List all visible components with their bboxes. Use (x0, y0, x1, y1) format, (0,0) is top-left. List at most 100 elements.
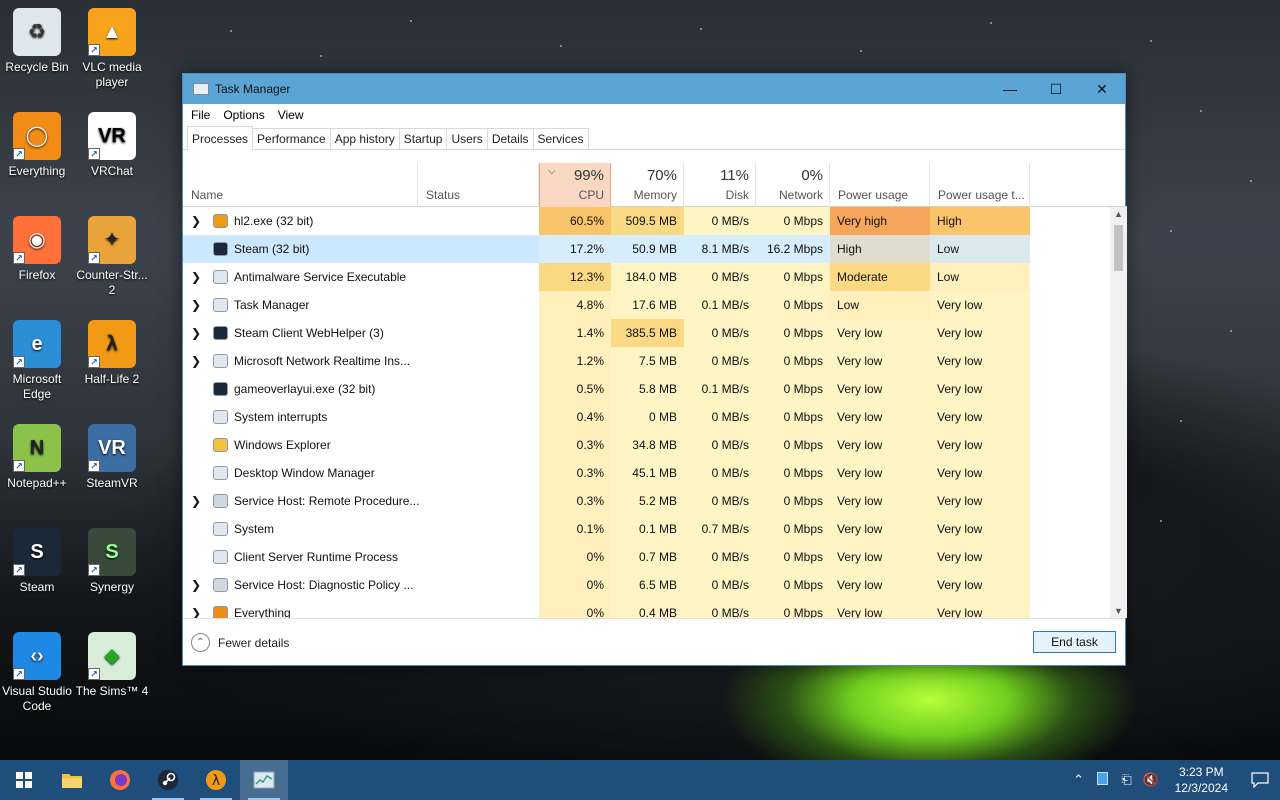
expand-chevron-icon[interactable]: ❯ (191, 347, 203, 375)
scroll-down-icon[interactable]: ▼ (1110, 604, 1127, 618)
column-network[interactable]: 0% Network (756, 163, 830, 207)
column-disk[interactable]: 11% Disk (684, 163, 756, 207)
desktop-icon-half-life[interactable]: λ ↗ Half-Life 2 (75, 316, 149, 387)
process-name: System (234, 522, 275, 536)
table-row[interactable]: ❯ Task Manager 4.8% 17.6 MB 0.1 MB/s 0 Mbps Lo… (183, 291, 1127, 319)
column-status[interactable]: Status (418, 163, 539, 207)
table-row[interactable]: gameoverlayui.exe (32 bit) 0.5% 5.8 MB 0.1 … (183, 375, 1127, 403)
table-row[interactable]: ❯ Service Host: Remote Procedure... 0.3% 5.… (183, 487, 1127, 515)
column-cpu[interactable]: ⌵ 99% CPU (539, 163, 611, 207)
tab-services[interactable]: Services (532, 128, 589, 149)
desktop-icon-steamvr[interactable]: VR ↗ SteamVR (75, 420, 149, 491)
taskbar-file-explorer[interactable] (48, 760, 96, 800)
expand-chevron-icon[interactable]: ❯ (191, 291, 203, 319)
desktop-icon-vlc[interactable]: ▲ ↗ VLC media player (75, 4, 149, 90)
table-row[interactable]: ❯ Everything 0% 0.4 MB 0 MB/s 0 Mbps Very low V… (183, 599, 1127, 618)
desktop-icon-everything[interactable]: ◯ ↗ Everything (0, 108, 74, 179)
menu-view[interactable]: View (278, 108, 304, 122)
file-explorer-icon (62, 774, 82, 788)
scrollbar-thumb[interactable] (1114, 225, 1123, 271)
desktop-icon-sims[interactable]: ◆ ↗ The Sims™ 4 (75, 628, 149, 699)
clock[interactable]: 3:23 PM 12/3/2024 (1175, 764, 1228, 796)
taskbar-steam[interactable] (144, 760, 192, 800)
table-row[interactable]: ❯ hl2.exe (32 bit) 60.5% 509.5 MB 0 MB/s 0 Mb… (183, 207, 1127, 235)
notifications-button[interactable] (1240, 772, 1280, 788)
column-name[interactable]: Name (183, 163, 418, 207)
task-manager-window: Task Manager — ☐ ✕ File Options View Pro… (182, 73, 1127, 666)
scroll-up-icon[interactable]: ▲ (1110, 207, 1127, 221)
table-row[interactable]: ❯ Service Host: Diagnostic Policy ... 0% 6.… (183, 571, 1127, 599)
table-row[interactable]: Windows Explorer 0.3% 34.8 MB 0 MB/s 0 Mbps V… (183, 431, 1127, 459)
memory-value: 7.5 MB (611, 347, 684, 375)
menu-file[interactable]: File (191, 108, 210, 122)
desktop-icon-notepadpp[interactable]: N ↗ Notepad++ (0, 420, 74, 491)
expand-chevron-icon[interactable]: ❯ (191, 319, 203, 347)
desktop-icon-steam[interactable]: S ↗ Steam (0, 524, 74, 595)
menu-bar: File Options View (183, 104, 1125, 126)
tab-users[interactable]: Users (446, 128, 488, 149)
expand-chevron-icon[interactable]: ❯ (191, 263, 203, 291)
tab-performance[interactable]: Performance (252, 128, 331, 149)
maximize-button[interactable]: ☐ (1033, 74, 1079, 104)
fewer-details-button[interactable]: ⌃ Fewer details (191, 633, 289, 652)
tab-processes[interactable]: Processes (187, 126, 254, 150)
desktop-icon-counter-strike[interactable]: ✦ ↗ Counter-Str... 2 (75, 212, 149, 298)
end-task-button[interactable]: End task (1033, 631, 1116, 653)
power-usage-value: Very low (830, 375, 930, 403)
desktop-icon-firefox[interactable]: ◉ ↗ Firefox (0, 212, 74, 283)
desktop-icon-synergy[interactable]: S ↗ Synergy (75, 524, 149, 595)
clock-time: 3:23 PM (1178, 765, 1224, 779)
gear-icon (213, 578, 228, 592)
close-button[interactable]: ✕ (1079, 74, 1125, 104)
expand-chevron-icon[interactable]: ❯ (191, 487, 203, 515)
vertical-scrollbar[interactable]: ▲ ▼ (1110, 207, 1127, 618)
expand-chevron-icon[interactable]: ❯ (191, 599, 203, 618)
firefox-icon: ◉ ↗ (13, 216, 61, 264)
power-usage-trend-value: Very low (930, 571, 1030, 599)
column-power-usage[interactable]: Power usage (830, 163, 930, 207)
volume-muted-icon[interactable]: 🔇 (1139, 772, 1163, 788)
tab-app-history[interactable]: App history (329, 128, 400, 149)
tab-details[interactable]: Details (486, 128, 534, 149)
table-row[interactable]: System 0.1% 0.1 MB 0.7 MB/s 0 Mbps Very low Ve… (183, 515, 1127, 543)
table-row[interactable]: Steam (32 bit) 17.2% 50.9 MB 8.1 MB/s 16.2 M… (183, 235, 1127, 263)
tray-app-icon[interactable] (1091, 772, 1115, 788)
memory-value: 0.4 MB (611, 599, 684, 618)
row-spacer (191, 375, 203, 403)
desktop-icon-vrchat[interactable]: VR ↗ VRChat (75, 108, 149, 179)
shortcut-arrow-icon: ↗ (13, 460, 25, 472)
steam-icon (158, 770, 178, 790)
desktop-icon-vscode[interactable]: ‹› ↗ Visual Studio Code (0, 628, 74, 714)
taskbar-task-manager[interactable] (240, 760, 288, 800)
network-value: 0 Mbps (756, 207, 830, 235)
title-bar[interactable]: Task Manager — ☐ ✕ (183, 74, 1125, 104)
menu-options[interactable]: Options (223, 108, 264, 122)
expand-chevron-icon[interactable]: ❯ (191, 571, 203, 599)
start-button[interactable] (0, 760, 48, 800)
table-row[interactable]: ❯ Steam Client WebHelper (3) 1.4% 385.5 MB 0… (183, 319, 1127, 347)
column-memory[interactable]: 70% Memory (611, 163, 684, 207)
expand-chevron-icon[interactable]: ❯ (191, 207, 203, 235)
taskbar: λ ⌃ ⎗ 🔇 3:23 PM 12/3/2024 (0, 760, 1280, 800)
process-name: Client Server Runtime Process (234, 550, 399, 564)
minimize-button[interactable]: — (987, 74, 1033, 104)
table-row[interactable]: System interrupts 0.4% 0 MB 0 MB/s 0 Mbps Ver… (183, 403, 1127, 431)
network-icon[interactable]: ⎗ (1115, 772, 1139, 788)
desktop-icon-edge[interactable]: e ↗ Microsoft Edge (0, 316, 74, 402)
desktop-icon-label: Everything (8, 164, 66, 178)
taskbar-firefox[interactable] (96, 760, 144, 800)
start-icon (16, 772, 32, 788)
taskbar-half-life[interactable]: λ (192, 760, 240, 800)
table-row[interactable]: ❯ Microsoft Network Realtime Ins... 1.2% 7.… (183, 347, 1127, 375)
steam-icon: S ↗ (13, 528, 61, 576)
chevron-up-icon[interactable]: ⌃ (1067, 772, 1091, 788)
table-row[interactable]: Client Server Runtime Process 0% 0.7 MB 0 M… (183, 543, 1127, 571)
column-power-usage-trend[interactable]: Power usage t... (930, 163, 1030, 207)
desktop-icon-recycle-bin[interactable]: ♻ Recycle Bin (0, 4, 74, 75)
table-row[interactable]: ❯ Antimalware Service Executable 12.3% 184.… (183, 263, 1127, 291)
table-row[interactable]: Desktop Window Manager 0.3% 45.1 MB 0 MB/s 0… (183, 459, 1127, 487)
tab-startup[interactable]: Startup (398, 128, 448, 149)
counter-strike-icon: ✦ ↗ (88, 216, 136, 264)
power-usage-trend-value: Very low (930, 431, 1030, 459)
disk-value: 0.7 MB/s (684, 515, 756, 543)
